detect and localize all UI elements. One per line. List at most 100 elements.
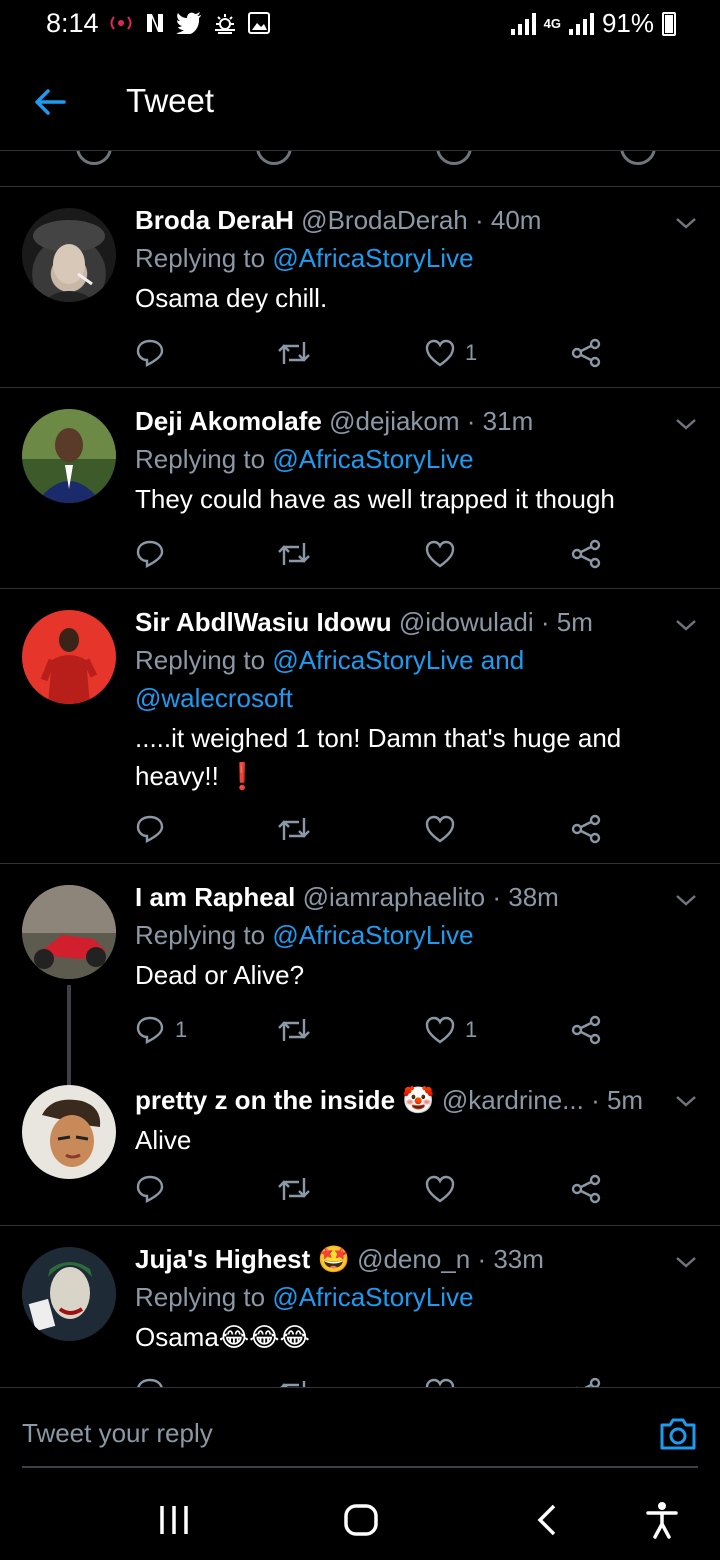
reply-input[interactable]: Tweet your reply [22,1418,213,1449]
mention-link[interactable]: @AfricaStoryLive [272,1282,473,1312]
share-button[interactable] [571,1171,601,1207]
chevron-down-icon[interactable] [674,1089,698,1113]
like-button[interactable] [425,536,465,572]
author-name[interactable]: Sir AbdlWasiu Idowu [135,607,392,637]
share-icon [571,1174,601,1204]
author-name[interactable]: Juja's Highest 🤩 [135,1244,350,1274]
author-name[interactable]: I am Rapheal [135,882,295,912]
retweet-button[interactable] [277,811,311,847]
reply-composer: Tweet your reply [0,1387,720,1468]
retweet-icon [278,1019,310,1041]
tweet[interactable]: pretty z on the inside 🤡 @kardrine... · … [0,1063,720,1225]
retweet-button[interactable] [277,1171,311,1207]
like-button[interactable] [425,1171,465,1207]
accessibility-icon[interactable] [642,1500,682,1540]
tweet[interactable]: I am Rapheal @iamraphaelito · 38m Replyi… [0,863,720,1090]
tweet-text: Osama dey chill. [135,283,328,313]
replying-to: Replying to @AfricaStoryLive [135,1282,474,1312]
tweet[interactable]: Juja's Highest 🤩 @deno_n · 33m Replying … [0,1225,720,1387]
tweet-text: Osama😂😂😂 [135,1322,310,1352]
share-icon [571,338,601,368]
retweet-icon [278,342,310,364]
mention-link[interactable]: @AfricaStoryLive [272,444,473,474]
avatar[interactable] [22,1247,116,1341]
author-handle[interactable]: @iamraphaelito [303,882,485,912]
chevron-down-icon[interactable] [674,1250,698,1274]
replies-feed[interactable]: Broda DeraH @BrodaDerah · 40m Replying t… [0,151,720,1387]
twitter-bird-icon [176,12,201,34]
author-name[interactable]: pretty z on the inside 🤡 [135,1085,435,1115]
chevron-down-icon[interactable] [674,412,698,436]
like-button[interactable]: 1 [425,1012,477,1048]
tweet-actions [135,536,605,572]
like-button[interactable] [425,1374,455,1387]
chevron-down-icon[interactable] [674,888,698,912]
replying-to: Replying to @AfricaStoryLive and @walecro… [135,645,525,713]
avatar[interactable] [22,1085,116,1179]
back-icon[interactable] [528,1500,568,1540]
home-icon[interactable] [341,1500,381,1540]
reply-button[interactable] [135,536,175,572]
retweet-button[interactable] [277,1012,311,1048]
share-button[interactable] [571,536,601,572]
share-button[interactable] [571,335,601,371]
replying-to: Replying to @AfricaStoryLive [135,243,474,273]
retweet-button[interactable] [277,1374,311,1387]
reply-button[interactable] [135,811,175,847]
retweet-icon [278,543,310,565]
system-nav-bar [0,1480,720,1560]
like-button[interactable] [425,811,465,847]
author-name[interactable]: Broda DeraH [135,205,294,235]
replying-to: Replying to @AfricaStoryLive [135,920,474,950]
netflix-icon [147,14,163,32]
reply-button[interactable] [135,1374,165,1387]
like-icon [425,1016,455,1044]
chevron-down-icon[interactable] [674,211,698,235]
tweet-actions [135,1374,605,1387]
tweet-text: Alive [135,1125,192,1155]
tweet-actions: 1 [135,335,605,371]
avatar[interactable] [22,208,116,302]
tweet-time: 5m [606,1085,644,1115]
avatar[interactable] [22,885,116,979]
tweet[interactable]: Sir AbdlWasiu Idowu @idowuladi · 5m Repl… [0,588,720,864]
share-icon [571,814,601,844]
tweet-text: .....it weighed 1 ton! Damn that's huge … [135,723,622,791]
author-handle[interactable]: @deno_n [357,1244,470,1274]
camera-icon[interactable] [658,1416,698,1452]
share-button[interactable] [571,811,601,847]
back-arrow-icon[interactable] [30,82,70,122]
tweet-actions [135,811,605,847]
mention-link[interactable]: @AfricaStoryLive and [272,645,524,675]
share-button[interactable] [571,1012,601,1048]
chevron-down-icon[interactable] [674,613,698,637]
image-icon [248,12,270,34]
retweet-button[interactable] [277,536,311,572]
author-handle[interactable]: @BrodaDerah [301,205,468,235]
mention-link[interactable]: @AfricaStoryLive [272,920,473,950]
mention-link[interactable]: @AfricaStoryLive [272,243,473,273]
tweet[interactable]: Deji Akomolafe @dejiakom · 31m Replying … [0,387,720,589]
avatar[interactable] [22,610,116,704]
reply-button[interactable] [135,335,175,371]
retweet-button[interactable] [277,335,311,371]
reply-button[interactable]: 1 [135,1012,187,1048]
avatar[interactable] [22,409,116,503]
author-name[interactable]: Deji Akomolafe [135,406,322,436]
author-handle[interactable]: @idowuladi [399,607,534,637]
author-handle[interactable]: @dejiakom [329,406,459,436]
signal-icon [510,12,536,35]
tweet[interactable]: Broda DeraH @BrodaDerah · 40m Replying t… [0,186,720,388]
reply-button[interactable] [135,1171,175,1207]
reply-icon [136,1016,164,1044]
mention-link-2[interactable]: @walecrosoft [135,683,293,713]
reply-icon [136,339,164,367]
status-bar: 8:14 4G 91% [0,0,720,56]
page-title: Tweet [126,82,215,119]
reply-icon [136,1175,164,1203]
like-button[interactable]: 1 [425,335,477,371]
recents-icon[interactable] [154,1500,194,1540]
reply-icon [136,815,164,843]
share-button[interactable] [571,1374,601,1387]
author-handle[interactable]: @kardrine... [442,1085,584,1115]
